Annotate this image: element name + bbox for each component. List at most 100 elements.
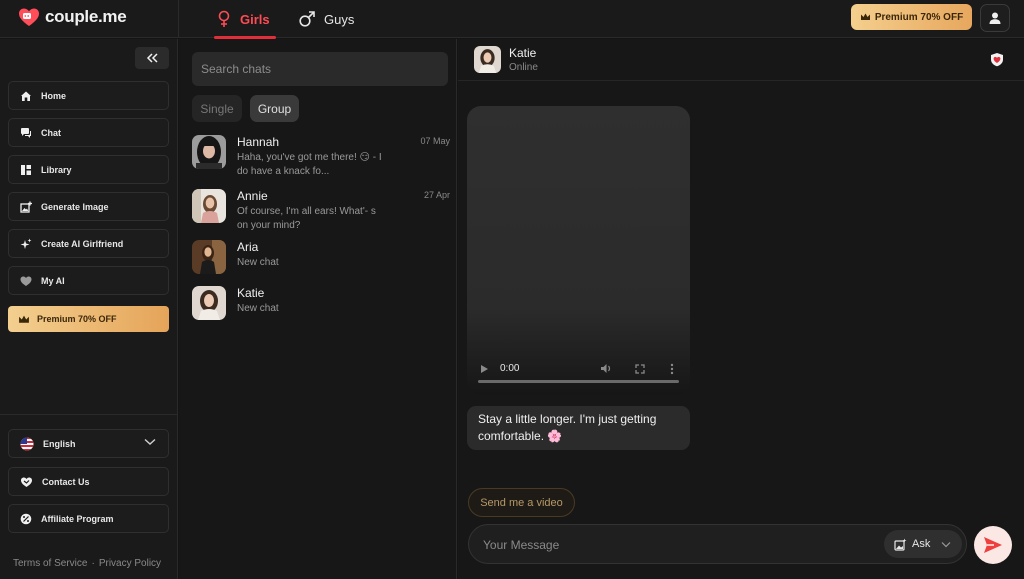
sidebar-item-label: Home: [41, 90, 67, 101]
tab-girls-label: Girls: [240, 11, 270, 27]
library-icon: [21, 164, 31, 175]
logo-text: couple.me: [45, 7, 127, 26]
contact-name: Katie: [509, 46, 537, 60]
suggestion-chip[interactable]: Send me a video: [468, 488, 575, 517]
male-symbol-icon: [299, 11, 315, 27]
search-chats-input[interactable]: [192, 52, 448, 86]
avatar[interactable]: [474, 46, 501, 73]
sidebar-item-label: Affiliate Program: [41, 513, 114, 524]
chat-date: 07 May: [420, 136, 450, 146]
terms-of-service-link[interactable]: Terms of Service: [13, 558, 87, 569]
footer-separator: ·: [91, 558, 95, 569]
send-icon: [984, 537, 1002, 553]
chat-list-panel: Single Group Hannah 07 May Haha, you've …: [179, 39, 457, 579]
sidebar-item-home[interactable]: Home: [8, 81, 169, 110]
play-icon[interactable]: [480, 364, 489, 374]
sidebar-item-generate-image[interactable]: Generate Image: [8, 192, 169, 221]
shield-heart-icon[interactable]: [990, 52, 1004, 67]
sidebar-item-label: Generate Image: [41, 201, 109, 212]
sidebar-premium-button[interactable]: Premium 70% OFF: [8, 306, 169, 332]
heart-logo-icon: [17, 5, 41, 29]
tab-girls[interactable]: Girls: [214, 0, 276, 39]
sidebar-item-label: Library: [41, 164, 72, 175]
chat-list-item[interactable]: Hannah 07 May Haha, you've got me there!…: [192, 135, 452, 183]
chevron-down-icon: [941, 541, 951, 547]
sidebar-item-my-ai[interactable]: My AI: [8, 266, 169, 295]
sidebar-item-label: My AI: [41, 275, 65, 286]
sidebar-item-contact-us[interactable]: Contact Us: [8, 467, 169, 496]
sidebar-item-affiliate-program[interactable]: Affiliate Program: [8, 504, 169, 533]
user-icon: [989, 12, 1001, 24]
video-time: 0:00: [500, 363, 520, 374]
crown-icon: [860, 13, 870, 20]
avatar: [192, 240, 226, 274]
chat-list-item[interactable]: Katie New chat: [192, 286, 452, 334]
chat-preview: Of course, I'm all ears! What'- s on you…: [237, 206, 376, 231]
privacy-policy-link[interactable]: Privacy Policy: [99, 558, 161, 569]
collapse-sidebar-button[interactable]: [135, 47, 169, 69]
sidebar-item-create-ai-girlfriend[interactable]: Create AI Girlfriend: [8, 229, 169, 258]
conversation-panel: Katie Online 0:00 Stay a little longer. …: [458, 39, 1024, 579]
us-flag-icon: [20, 437, 34, 450]
heart-icon: [20, 276, 32, 286]
crown-icon: [19, 315, 29, 323]
handshake-heart-icon: [21, 477, 32, 487]
footer-links: Terms of Service · Privacy Policy: [13, 558, 161, 569]
chat-list-item[interactable]: Aria New chat: [192, 240, 452, 288]
video-player[interactable]: 0:00: [467, 106, 690, 395]
magic-image-icon: [894, 538, 907, 551]
sidebar-item-chat[interactable]: Chat: [8, 118, 169, 147]
language-label: English: [43, 438, 76, 449]
chat-name: Aria: [237, 240, 259, 254]
divider: [178, 0, 179, 38]
top-bar: couple.me Girls Guys Premium 70% OFF: [0, 0, 1024, 39]
ask-button[interactable]: Ask: [884, 530, 962, 558]
send-button[interactable]: [974, 526, 1012, 564]
female-symbol-icon: [218, 10, 230, 27]
sidebar-item-label: Contact Us: [42, 476, 90, 487]
chevron-down-icon: [144, 438, 156, 445]
avatar: [192, 286, 226, 320]
ask-label: Ask: [912, 538, 931, 550]
tab-guys[interactable]: Guys: [298, 0, 354, 38]
sidebar-premium-label: Premium 70% OFF: [37, 314, 117, 324]
home-icon: [21, 91, 31, 101]
tab-guys-label: Guys: [324, 11, 355, 27]
divider: [0, 414, 178, 415]
filter-single[interactable]: Single: [192, 95, 242, 122]
sidebar-item-library[interactable]: Library: [8, 155, 169, 184]
sparkle-icon: [20, 238, 32, 249]
filter-group[interactable]: Group: [250, 95, 299, 122]
chat-preview: Haha, you've got me there! 😏 - I do have…: [237, 152, 382, 177]
chat-preview: New chat: [237, 303, 279, 314]
chat-preview: New chat: [237, 257, 279, 268]
chat-icon: [21, 127, 31, 138]
video-progress-bar[interactable]: [478, 380, 679, 383]
language-select[interactable]: English: [8, 429, 169, 458]
chat-list-item[interactable]: Annie 27 Apr Of course, I'm all ears! Wh…: [192, 189, 452, 237]
premium-button[interactable]: Premium 70% OFF: [851, 4, 972, 30]
message-composer: Ask: [468, 524, 967, 564]
sidebar-item-label: Create AI Girlfriend: [41, 238, 124, 249]
avatar: [192, 189, 226, 223]
chat-date: 27 Apr: [423, 190, 450, 200]
sidebar-item-label: Chat: [41, 127, 61, 138]
user-account-button[interactable]: [980, 4, 1010, 32]
chat-name: Katie: [237, 286, 265, 300]
contact-status: Online: [509, 62, 538, 73]
image-plus-icon: [20, 201, 32, 213]
more-options-icon[interactable]: [670, 363, 674, 375]
sidebar: Home Chat Library Generate Image Create …: [0, 39, 178, 579]
chat-name: Annie: [237, 189, 268, 203]
volume-icon[interactable]: [600, 363, 612, 374]
chat-name: Hannah: [237, 135, 280, 149]
logo[interactable]: couple.me: [17, 5, 127, 29]
avatar: [192, 135, 226, 169]
conversation-header: Katie Online: [458, 39, 1024, 81]
double-chevron-left-icon: [146, 53, 158, 63]
fullscreen-icon[interactable]: [635, 364, 645, 374]
message-input[interactable]: [483, 535, 863, 555]
message-bubble: Stay a little longer. I'm just getting c…: [467, 406, 690, 450]
percent-badge-icon: [20, 513, 32, 524]
premium-button-label: Premium 70% OFF: [874, 11, 964, 23]
